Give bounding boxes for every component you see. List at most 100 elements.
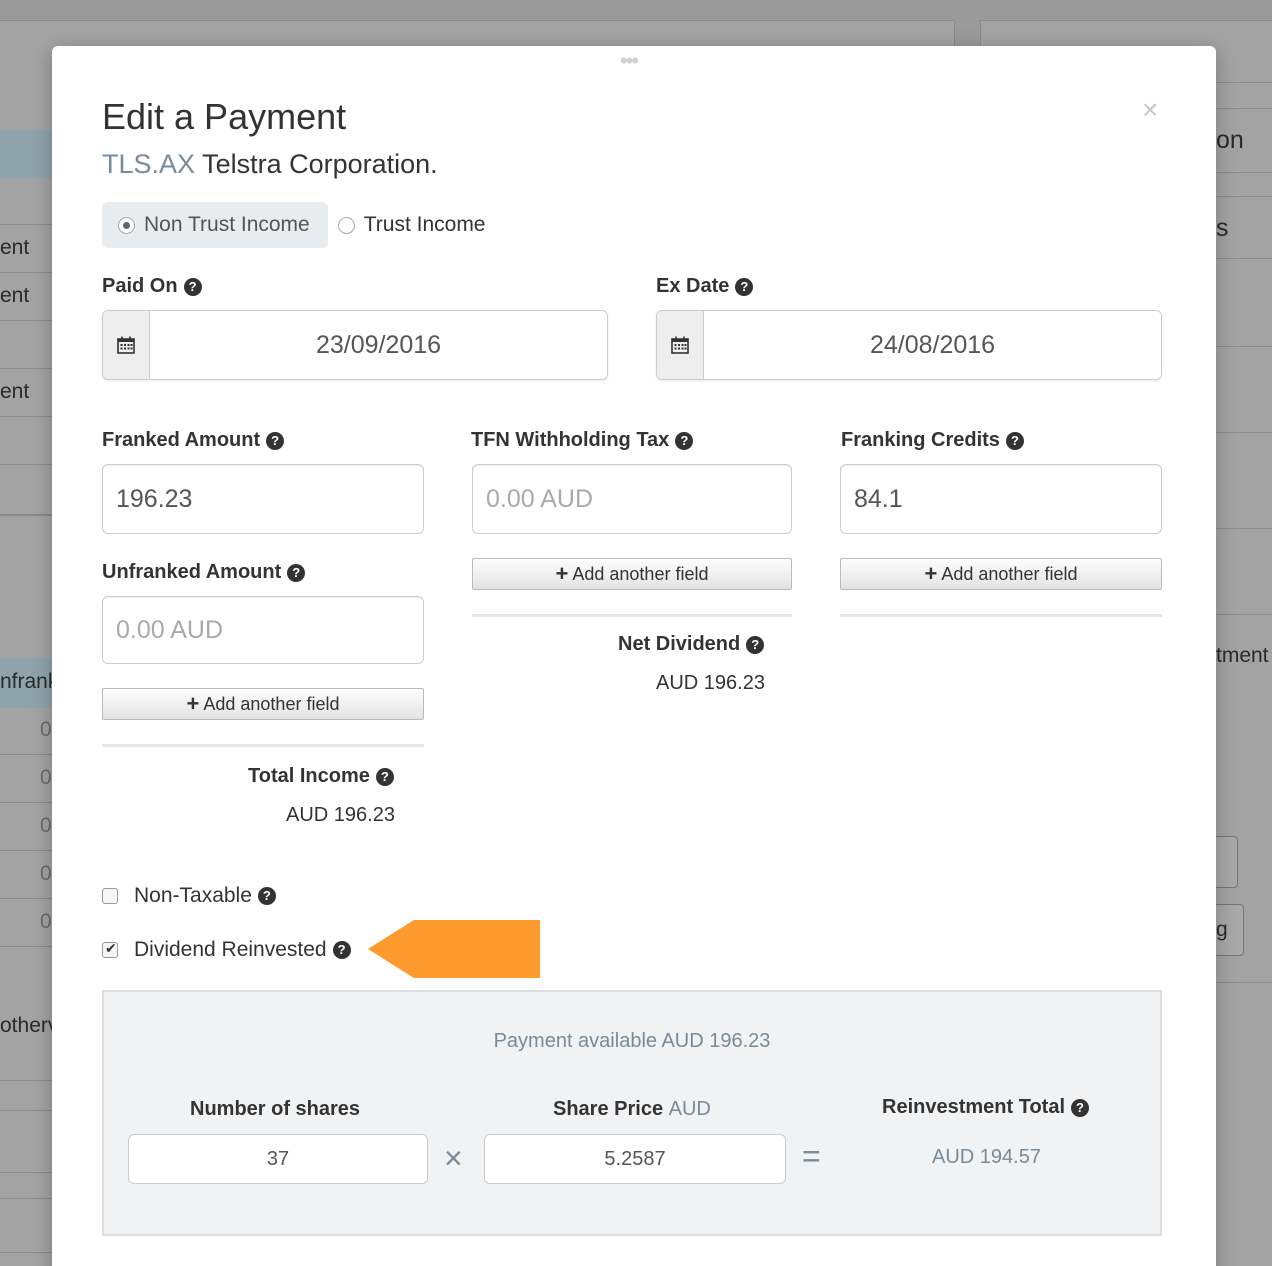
payment-available: Payment available AUD 196.23	[493, 1030, 771, 1052]
help-icon[interactable]: ?	[257, 887, 276, 905]
radio-button-icon[interactable]	[118, 216, 135, 234]
label-text: TFN Withholding Tax	[471, 429, 670, 451]
label-text: Total Income	[248, 765, 370, 787]
checkbox-label: Dividend Reinvested	[134, 938, 327, 961]
divider	[1216, 346, 1272, 347]
divider	[0, 946, 55, 947]
radio-non-trust-income[interactable]: Non Trust Income	[102, 202, 328, 248]
paid-on-input[interactable]	[150, 311, 607, 379]
income-type-radio-group: Non Trust Income Trust Income	[102, 202, 504, 248]
reinvestment-total-label: Reinvestment Total ?	[882, 1096, 1089, 1119]
unfranked-amount-input[interactable]	[102, 596, 424, 664]
background-text: ent	[0, 284, 30, 307]
paid-on-label: Paid On ?	[102, 275, 202, 298]
franking-credits-label: Franking Credits ?	[841, 429, 1024, 452]
divider	[0, 320, 55, 321]
background-text: on	[1216, 126, 1244, 154]
help-icon[interactable]: ?	[1005, 431, 1024, 450]
add-field-button-tfn[interactable]: + Add another field	[472, 558, 792, 590]
add-field-button-unfranked[interactable]: + Add another field	[102, 688, 424, 720]
label-text: Reinvestment Total	[882, 1096, 1065, 1118]
checkbox-label: Non-Taxable	[134, 884, 252, 907]
share-price-input[interactable]	[484, 1134, 786, 1184]
non-taxable-checkbox[interactable]	[102, 888, 118, 904]
background-text: 0	[40, 766, 52, 789]
button-label: Add another field	[572, 563, 709, 584]
divider	[0, 464, 55, 465]
divider	[0, 1110, 55, 1111]
plus-icon: +	[924, 561, 938, 586]
help-icon[interactable]: ?	[183, 277, 202, 296]
divider	[0, 514, 55, 516]
number-of-shares-input[interactable]	[128, 1134, 428, 1184]
help-icon[interactable]: ?	[332, 941, 351, 959]
plus-icon: +	[186, 691, 200, 716]
background-text: ent	[0, 380, 30, 403]
label-text: Net Dividend	[618, 633, 741, 655]
total-income-value: AUD 196.23	[286, 804, 395, 826]
close-icon[interactable]: ×	[1142, 96, 1158, 124]
label-text: Share Price	[553, 1098, 664, 1120]
divider	[0, 224, 55, 225]
dividend-reinvested-row: Dividend Reinvested ?	[102, 938, 351, 962]
help-icon[interactable]: ?	[735, 277, 754, 296]
franked-amount-label: Franked Amount ?	[102, 429, 285, 452]
divider	[0, 1252, 55, 1253]
divider	[840, 614, 1162, 617]
add-field-button-franking[interactable]: + Add another field	[840, 558, 1162, 590]
tfn-withholding-input[interactable]	[472, 464, 792, 534]
divider	[1216, 108, 1272, 109]
background-text: ent	[0, 236, 30, 259]
divider	[1216, 172, 1272, 173]
divider	[0, 802, 55, 803]
radio-button-icon[interactable]	[337, 216, 355, 234]
label-text: Franked Amount	[102, 429, 261, 451]
unfranked-amount-label: Unfranked Amount ?	[102, 561, 306, 584]
franking-credits-input[interactable]	[840, 464, 1162, 534]
drag-handle-icon[interactable]: •••	[620, 50, 639, 72]
edit-payment-modal: ••• × Edit a Payment TLS.AX Telstra Corp…	[52, 46, 1216, 1266]
label-text: Ex Date	[656, 275, 730, 297]
ex-date-label: Ex Date ?	[656, 275, 754, 298]
divider	[0, 1172, 55, 1173]
divider	[1216, 432, 1272, 433]
help-icon[interactable]: ?	[266, 431, 285, 450]
divider	[0, 272, 55, 273]
background-text: tment	[1216, 644, 1269, 667]
number-of-shares-label: Number of shares	[190, 1098, 361, 1120]
help-icon[interactable]: ?	[1071, 1098, 1089, 1117]
divider	[0, 850, 55, 851]
divider	[0, 898, 55, 899]
calendar-icon[interactable]	[657, 311, 704, 379]
dividend-reinvested-checkbox[interactable]	[102, 940, 118, 958]
background-text: nfrank	[0, 670, 59, 693]
ex-date-input[interactable]	[704, 311, 1161, 379]
help-icon[interactable]: ?	[375, 767, 394, 786]
total-income-label: Total Income ?	[248, 765, 394, 788]
divider	[0, 416, 55, 417]
tfn-withholding-label: TFN Withholding Tax ?	[471, 429, 694, 452]
pointer-arrow-icon	[368, 920, 540, 978]
security-subtitle: TLS.AX Telstra Corporation.	[102, 149, 438, 180]
modal-title: Edit a Payment	[102, 96, 347, 137]
divider	[1216, 528, 1272, 529]
paid-on-date-field	[102, 310, 608, 380]
radio-label: Trust Income	[363, 213, 486, 236]
background-text: otherv	[0, 1014, 59, 1037]
calendar-icon[interactable]	[103, 311, 150, 379]
non-taxable-row: Non-Taxable ?	[102, 884, 276, 908]
franked-amount-input[interactable]	[102, 464, 424, 534]
help-icon[interactable]: ?	[746, 635, 765, 654]
divider	[1216, 258, 1272, 259]
divider	[0, 754, 55, 755]
help-icon[interactable]: ?	[675, 431, 694, 450]
company-name: Telstra Corporation.	[202, 149, 438, 179]
background-text: 0	[40, 862, 52, 885]
radio-trust-income[interactable]: Trust Income	[328, 202, 504, 248]
divider	[472, 614, 792, 617]
background-text: 0	[40, 718, 52, 741]
help-icon[interactable]: ?	[287, 563, 306, 582]
divider	[1216, 196, 1272, 197]
multiply-icon: ×	[444, 1140, 463, 1176]
net-dividend-label: Net Dividend ?	[618, 633, 765, 656]
